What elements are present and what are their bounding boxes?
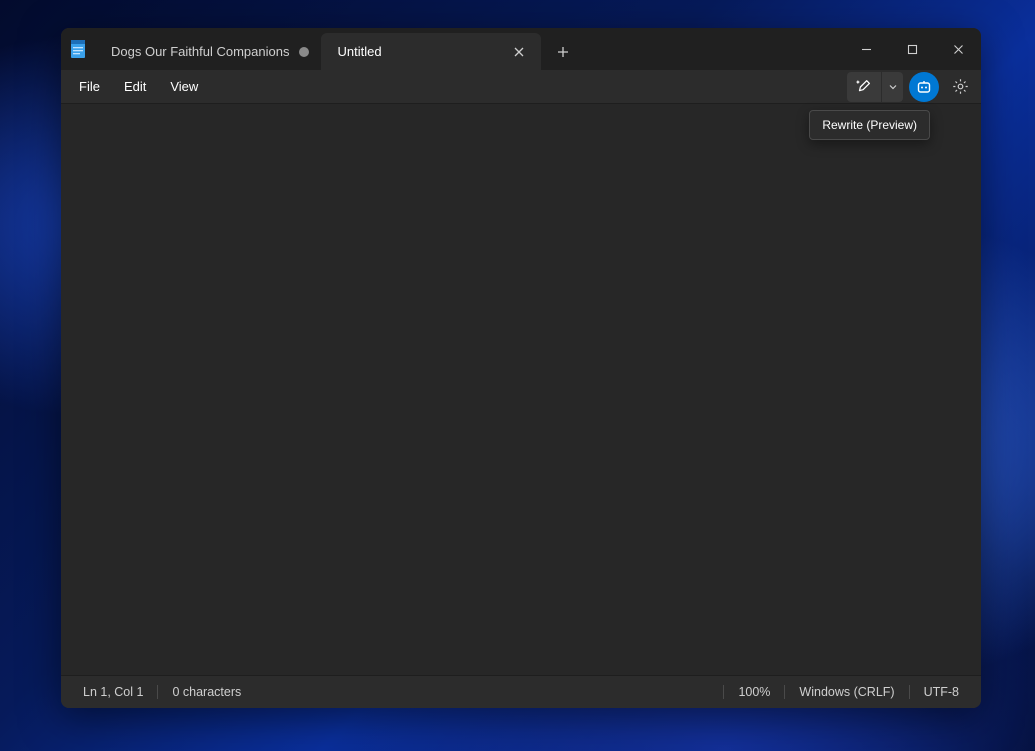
plus-icon <box>557 46 569 58</box>
tab-close-button[interactable] <box>509 42 529 62</box>
notepad-app-icon <box>61 28 95 70</box>
minimize-button[interactable] <box>843 28 889 70</box>
maximize-button[interactable] <box>889 28 935 70</box>
rewrite-tooltip: Rewrite (Preview) <box>809 110 930 140</box>
tab-untitled[interactable]: Untitled <box>321 33 541 70</box>
gear-icon <box>952 78 969 95</box>
statusbar: Ln 1, Col 1 0 characters 100% Windows (C… <box>61 675 981 708</box>
desktop-background: Dogs Our Faithful Companions Untitled <box>0 0 1035 751</box>
sparkle-pen-icon <box>855 78 873 96</box>
tab-title: Untitled <box>337 44 499 59</box>
rewrite-dropdown-button[interactable] <box>881 72 903 102</box>
maximize-icon <box>907 44 918 55</box>
divider <box>909 685 910 699</box>
chevron-down-icon <box>888 82 898 92</box>
tab-dogs-our-faithful-companions[interactable]: Dogs Our Faithful Companions <box>95 33 321 70</box>
menu-view[interactable]: View <box>158 73 210 100</box>
tab-title: Dogs Our Faithful Companions <box>111 44 289 59</box>
menu-file[interactable]: File <box>67 73 112 100</box>
close-window-button[interactable] <box>935 28 981 70</box>
divider <box>157 685 158 699</box>
close-icon <box>514 47 524 57</box>
unsaved-indicator-icon <box>299 47 309 57</box>
minimize-icon <box>861 44 872 55</box>
status-cursor-position[interactable]: Ln 1, Col 1 <box>75 685 151 699</box>
titlebar[interactable]: Dogs Our Faithful Companions Untitled <box>61 28 981 70</box>
status-char-count[interactable]: 0 characters <box>164 685 249 699</box>
editor-area <box>61 104 981 675</box>
rewrite-split-button[interactable] <box>847 72 903 102</box>
divider <box>723 685 724 699</box>
new-tab-button[interactable] <box>545 34 581 70</box>
settings-button[interactable] <box>945 72 975 102</box>
menubar: File Edit View <box>61 70 981 104</box>
status-line-ending[interactable]: Windows (CRLF) <box>791 685 902 699</box>
copilot-button[interactable] <box>909 72 939 102</box>
divider <box>784 685 785 699</box>
copilot-icon <box>916 79 932 95</box>
tab-strip: Dogs Our Faithful Companions Untitled <box>95 28 843 70</box>
close-icon <box>953 44 964 55</box>
status-encoding[interactable]: UTF-8 <box>916 685 967 699</box>
window-controls <box>843 28 981 70</box>
rewrite-button[interactable] <box>847 72 881 102</box>
text-editor[interactable] <box>61 104 981 675</box>
menu-edit[interactable]: Edit <box>112 73 158 100</box>
status-zoom[interactable]: 100% <box>730 685 778 699</box>
notepad-window: Dogs Our Faithful Companions Untitled <box>61 28 981 708</box>
